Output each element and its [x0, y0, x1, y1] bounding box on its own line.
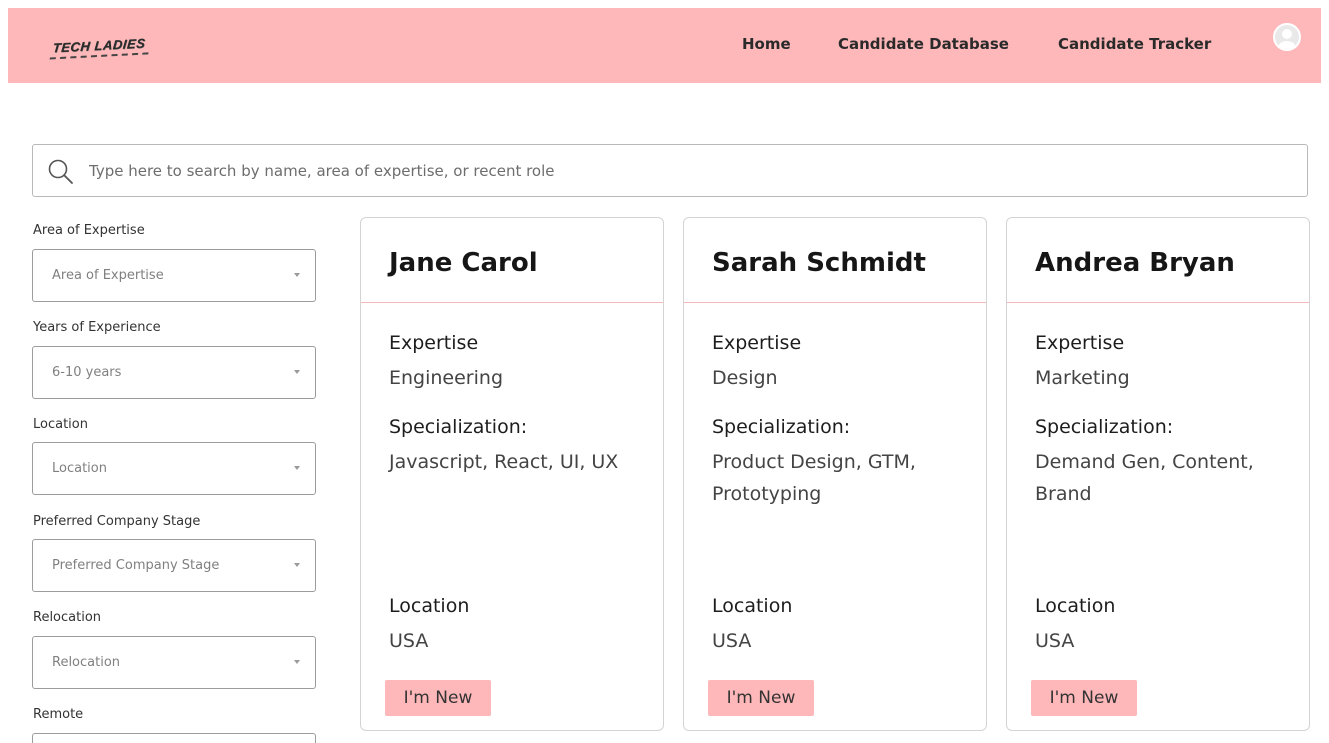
location-label: Location [389, 595, 470, 617]
location-select[interactable]: Location [32, 442, 316, 495]
expertise-label: Expertise [712, 332, 802, 354]
specialization-label: Specialization: [389, 416, 528, 438]
select-value: Location [52, 461, 107, 476]
nav-home[interactable]: Home [742, 35, 791, 53]
expertise-value: Design [712, 367, 778, 389]
user-avatar-icon[interactable] [1273, 23, 1301, 51]
expertise-value: Engineering [389, 367, 503, 389]
card-divider [361, 302, 663, 303]
select-value: Preferred Company Stage [52, 558, 220, 573]
remote-select[interactable] [32, 733, 316, 743]
relocation-select[interactable]: Relocation [32, 636, 316, 689]
search-bar[interactable] [32, 144, 1308, 197]
candidate-card[interactable]: Sarah Schmidt Expertise Design Specializ… [683, 217, 987, 731]
new-candidate-badge[interactable]: I'm New [1031, 680, 1137, 716]
filter-label-location: Location [33, 417, 88, 432]
chevron-down-icon [294, 273, 300, 277]
specialization-label: Specialization: [1035, 416, 1174, 438]
tech-ladies-logo[interactable]: TECH LADIES [52, 36, 146, 56]
select-value: 6-10 years [52, 365, 122, 380]
search-input[interactable] [89, 155, 1289, 187]
nav-candidate-tracker[interactable]: Candidate Tracker [1058, 35, 1211, 53]
candidate-name: Jane Carol [389, 248, 538, 278]
select-value: Relocation [52, 655, 121, 670]
chevron-down-icon [294, 563, 300, 567]
location-value: USA [1035, 630, 1075, 652]
candidate-card[interactable]: Andrea Bryan Expertise Marketing Special… [1006, 217, 1310, 731]
candidate-name: Sarah Schmidt [712, 248, 926, 278]
new-candidate-badge[interactable]: I'm New [708, 680, 814, 716]
specialization-value: Demand Gen, Content, Brand [1035, 451, 1254, 505]
location-label: Location [712, 595, 793, 617]
years-of-experience-select[interactable]: 6-10 years [32, 346, 316, 399]
nav-candidate-database[interactable]: Candidate Database [838, 35, 1009, 53]
location-label: Location [1035, 595, 1116, 617]
search-icon [47, 158, 75, 190]
filter-label-area-of-expertise: Area of Expertise [33, 223, 145, 238]
chevron-down-icon [294, 466, 300, 470]
filter-label-preferred-company-stage: Preferred Company Stage [33, 514, 201, 529]
chevron-down-icon [294, 370, 300, 374]
card-divider [1007, 302, 1309, 303]
card-divider [684, 302, 986, 303]
location-value: USA [712, 630, 752, 652]
specialization-value: Javascript, React, UI, UX [389, 451, 619, 473]
filter-label-relocation: Relocation [33, 610, 102, 625]
select-value: Area of Expertise [52, 268, 164, 283]
specialization-label: Specialization: [712, 416, 851, 438]
new-candidate-badge[interactable]: I'm New [385, 680, 491, 716]
chevron-down-icon [294, 660, 300, 664]
area-of-expertise-select[interactable]: Area of Expertise [32, 249, 316, 302]
expertise-label: Expertise [1035, 332, 1125, 354]
filter-label-years-of-experience: Years of Experience [33, 320, 161, 335]
specialization-value: Product Design, GTM, Prototyping [712, 451, 916, 505]
filter-label-remote: Remote [33, 707, 84, 722]
top-navigation-bar: TECH LADIES Home Candidate Database Cand… [8, 8, 1321, 83]
candidate-card[interactable]: Jane Carol Expertise Engineering Special… [360, 217, 664, 731]
expertise-value: Marketing [1035, 367, 1130, 389]
candidate-name: Andrea Bryan [1035, 248, 1235, 278]
location-value: USA [389, 630, 429, 652]
expertise-label: Expertise [389, 332, 479, 354]
preferred-company-stage-select[interactable]: Preferred Company Stage [32, 539, 316, 592]
